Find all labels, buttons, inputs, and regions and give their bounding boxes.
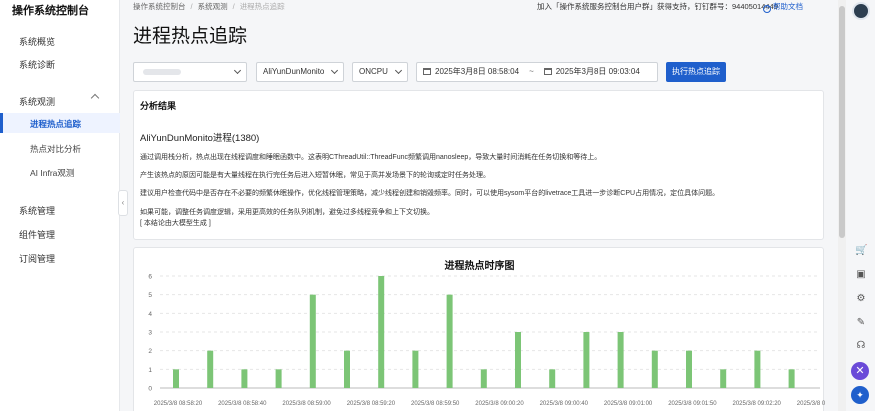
y-tick-label: 2 bbox=[148, 348, 152, 355]
breadcrumb-item-current: 进程热点追踪 bbox=[239, 2, 285, 11]
breadcrumb-item-observe[interactable]: 系统观测 bbox=[198, 2, 228, 11]
close-icon[interactable]: ✕ bbox=[851, 362, 869, 380]
x-tick-label: 2025/3/8 09:02:50 bbox=[797, 401, 825, 407]
chart-bar[interactable] bbox=[344, 350, 350, 388]
process-select[interactable]: AliYunDunMonito bbox=[256, 62, 344, 82]
chart-bar[interactable] bbox=[583, 332, 590, 388]
sidebar-active-indicator bbox=[0, 113, 3, 133]
sidebar-item-ai-infra[interactable]: AI Infra观测 bbox=[30, 167, 74, 179]
headset-icon[interactable]: ☊ bbox=[855, 340, 867, 352]
analysis-paragraph: 通过调用栈分析，热点出现在线程调度和睡眠函数中。这表明CThreadUtil::… bbox=[140, 154, 602, 161]
sidebar-item-hotspot-compare[interactable]: 热点对比分析 bbox=[30, 143, 81, 155]
y-tick-label: 3 bbox=[148, 330, 152, 337]
chevron-down-icon bbox=[233, 66, 242, 75]
x-tick-label: 2025/3/8 08:59:20 bbox=[347, 401, 396, 407]
x-tick-label: 2025/3/8 08:59:50 bbox=[411, 401, 460, 407]
analysis-process-name: AliYunDunMonito进程(1380) bbox=[140, 133, 260, 144]
analysis-paragraph: 如果可能，调整任务调度逻辑，采用更高效的任务队列机制，避免过多线程竞争和上下文切… bbox=[140, 209, 434, 216]
chart-bar[interactable] bbox=[275, 369, 282, 388]
sidebar-item-subscription[interactable]: 订阅管理 bbox=[19, 252, 55, 265]
redacted-value bbox=[143, 69, 181, 75]
help-doc-link[interactable]: ? 帮助文档 bbox=[763, 1, 803, 13]
chevron-down-icon bbox=[394, 66, 403, 75]
type-select-value: ONCPU bbox=[359, 67, 388, 76]
cart-icon[interactable]: 🛒 bbox=[855, 245, 867, 257]
x-tick-label: 2025/3/8 09:00:40 bbox=[540, 401, 589, 407]
y-tick-label: 5 bbox=[148, 292, 152, 299]
chart-bar[interactable] bbox=[754, 350, 761, 388]
sidebar-item-observe[interactable]: 系统观测 bbox=[19, 95, 55, 108]
x-tick-label: 2025/3/8 08:58:40 bbox=[218, 401, 267, 407]
process-select-value: AliYunDunMonito bbox=[263, 67, 325, 76]
chart-bar[interactable] bbox=[480, 369, 487, 388]
analysis-result-title: 分析结果 bbox=[140, 101, 177, 111]
chart-bar[interactable] bbox=[241, 369, 248, 388]
x-tick-label: 2025/3/8 09:00:20 bbox=[475, 401, 524, 407]
breadcrumb-item-console[interactable]: 操作系统控制台 bbox=[133, 2, 186, 11]
scrollbar-thumb[interactable] bbox=[839, 6, 845, 238]
calendar-icon bbox=[543, 68, 552, 75]
breadcrumb: 操作系统控制台 / 系统观测 / 进程热点追踪 bbox=[133, 2, 285, 11]
instance-select[interactable] bbox=[133, 62, 247, 82]
hotspot-timeline-chart: 0 1 2 3 4 5 6 2025/3/8 08:58:20 2025/3/8 08:58:4… bbox=[148, 274, 825, 408]
chart-bar[interactable] bbox=[309, 294, 316, 388]
start-time[interactable]: 2025年3月8日 08:58:04 bbox=[435, 67, 519, 76]
avatar[interactable] bbox=[852, 2, 870, 20]
sidebar: 操作系统控制台 系统概览 系统诊断 系统观测 进程热点追踪 热点对比分析 AI … bbox=[0, 0, 120, 411]
chart-bar[interactable] bbox=[651, 350, 658, 388]
ai-icon[interactable]: ✦ bbox=[851, 386, 869, 404]
document-icon[interactable]: ▣ bbox=[855, 269, 867, 281]
chart-bar[interactable] bbox=[788, 369, 795, 388]
chart-bar[interactable] bbox=[720, 369, 727, 388]
calendar-icon bbox=[423, 68, 431, 75]
analysis-paragraph: 建议用户检查代码中是否存在不必要的频繁休眠操作，优化线程管理策略，减少线程创建和… bbox=[140, 190, 720, 197]
sidebar-item-process-hotspot[interactable]: 进程热点追踪 bbox=[30, 118, 81, 130]
y-tick-label: 6 bbox=[148, 274, 152, 281]
chart-bar[interactable] bbox=[515, 332, 521, 388]
sidebar-item-overview[interactable]: 系统概览 bbox=[19, 35, 55, 48]
chevron-up-icon[interactable] bbox=[90, 93, 100, 103]
chart-bar[interactable] bbox=[173, 369, 179, 388]
sidebar-item-system-mgmt[interactable]: 系统管理 bbox=[19, 204, 55, 217]
x-tick-label: 2025/3/8 08:58:20 bbox=[154, 401, 203, 407]
run-hotspot-trace-button[interactable]: 执行热点追踪 bbox=[666, 62, 726, 82]
x-tick-label: 2025/3/8 09:01:00 bbox=[604, 401, 653, 407]
sidebar-item-diagnosis[interactable]: 系统诊断 bbox=[19, 58, 55, 71]
y-tick-label: 0 bbox=[148, 386, 152, 393]
analysis-result-panel: 分析结果 AliYunDunMonito进程(1380) 通过调用栈分析，热点出… bbox=[133, 90, 824, 240]
chart-bar[interactable] bbox=[549, 369, 556, 388]
hotspot-timeline-panel: 进程热点时序图 0 1 2 3 4 5 6 2025/3/8 08:58:20 2025/3/8… bbox=[133, 247, 825, 411]
analysis-footnote: [ 本结论由大模型生成 ] bbox=[140, 220, 211, 227]
help-icon: ? bbox=[763, 5, 771, 13]
type-select[interactable]: ONCPU bbox=[352, 62, 408, 82]
y-tick-label: 1 bbox=[148, 367, 152, 374]
time-range-picker[interactable]: 2025年3月8日 08:58:04 ~2025年3月8日 09:03:04 bbox=[416, 62, 658, 82]
app-title: 操作系统控制台 bbox=[12, 5, 89, 17]
join-group-notice: 加入「操作系统服务控制台用户群」获得支持，钉钉群号：94405014449 bbox=[537, 2, 778, 11]
edit-icon[interactable]: ✎ bbox=[855, 317, 867, 329]
chart-bar[interactable] bbox=[617, 332, 624, 388]
chart-bar[interactable] bbox=[446, 294, 453, 388]
sidebar-collapse-toggle[interactable]: ‹ bbox=[118, 190, 128, 216]
settings-icon[interactable]: ⚙ bbox=[855, 293, 867, 305]
chart-bar[interactable] bbox=[412, 350, 419, 388]
sidebar-item-component-mgmt[interactable]: 组件管理 bbox=[19, 228, 55, 241]
analysis-paragraph: 产生该热点的原因可能是有大量线程在执行完任务后进入短暂休眠，常见于高并发场景下的… bbox=[140, 172, 490, 179]
help-doc-label: 帮助文档 bbox=[773, 2, 803, 11]
x-tick-label: 2025/3/8 09:01:50 bbox=[668, 401, 717, 407]
chart-bar[interactable] bbox=[378, 276, 385, 388]
chart-bar[interactable] bbox=[686, 350, 692, 388]
chevron-down-icon bbox=[330, 66, 339, 75]
end-time[interactable]: 2025年3月8日 09:03:04 bbox=[556, 67, 640, 76]
x-tick-label: 2025/3/8 09:02:20 bbox=[733, 401, 782, 407]
chart-bar[interactable] bbox=[207, 350, 214, 388]
x-tick-label: 2025/3/8 08:59:00 bbox=[282, 401, 331, 407]
y-tick-label: 4 bbox=[148, 311, 152, 318]
page-title: 进程热点追踪 bbox=[133, 26, 248, 47]
